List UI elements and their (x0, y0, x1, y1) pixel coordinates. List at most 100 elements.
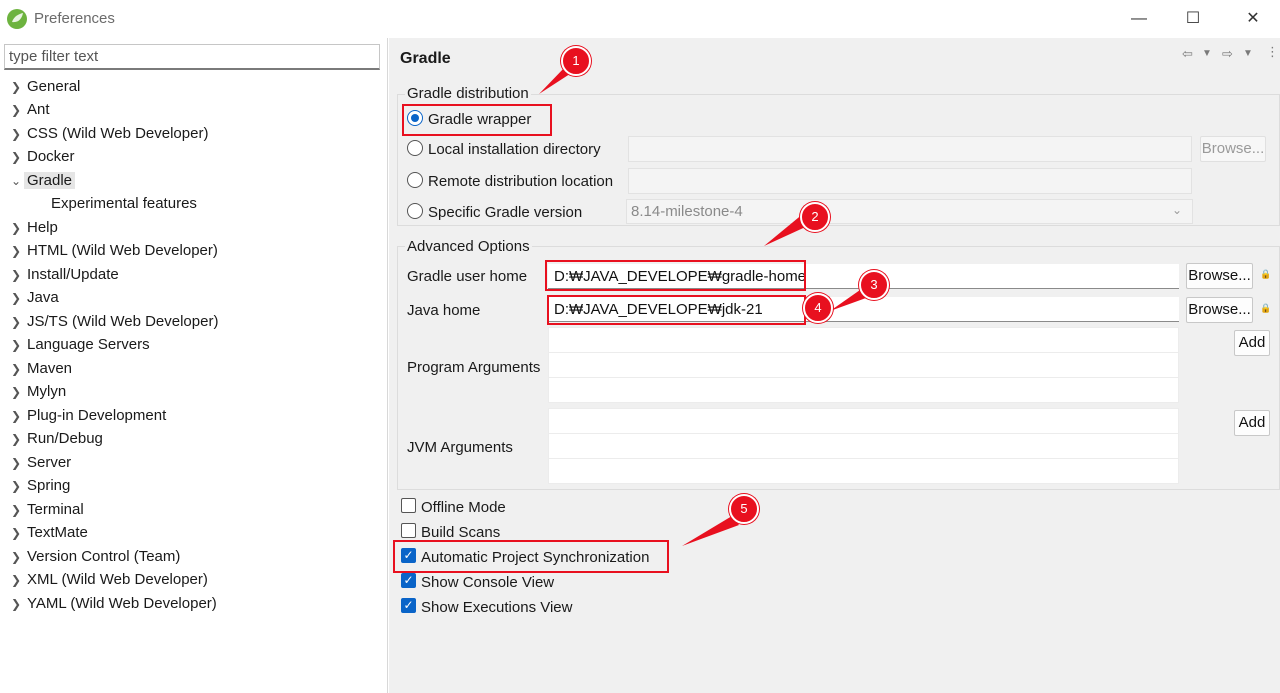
specific-version-label: Specific Gradle version (428, 204, 583, 221)
local-installation-field[interactable] (628, 136, 1192, 162)
annotation-badge-3: 3 (859, 270, 889, 300)
annotation-badge-5: 5 (729, 494, 759, 524)
annotation-box-gradle-wrapper (402, 104, 552, 136)
radio-remote-distribution[interactable] (407, 172, 423, 188)
java-home-browse-button[interactable]: Browse... (1186, 297, 1253, 323)
forward-menu-chevron-icon[interactable]: ▼ (1243, 48, 1253, 59)
remote-distribution-label: Remote distribution location (428, 173, 614, 190)
tree-item-ant[interactable]: ❯ Ant (8, 99, 53, 121)
annotation-badge-4: 4 (803, 293, 833, 323)
tree-item-help[interactable]: ❯ Help (8, 217, 61, 239)
tree-item-plugin-development[interactable]: ❯ Plug-in Development (8, 405, 169, 427)
chevron-right-icon[interactable]: ❯ (8, 405, 24, 427)
close-icon[interactable]: ✕ (1230, 6, 1276, 32)
chevron-right-icon[interactable]: ❯ (8, 146, 24, 168)
chevron-right-icon[interactable]: ❯ (8, 428, 24, 450)
tree-item-server[interactable]: ❯ Server (8, 452, 74, 474)
gradle-distribution-legend: Gradle distribution (405, 85, 531, 102)
chevron-right-icon[interactable]: ❯ (8, 99, 24, 121)
executions-view-checkbox[interactable]: ✓ (401, 598, 416, 613)
lock-icon: 🔒 (1260, 269, 1272, 279)
offline-mode-label: Offline Mode (421, 499, 506, 516)
console-view-checkbox[interactable]: ✓ (401, 573, 416, 588)
chevron-right-icon[interactable]: ❯ (8, 240, 24, 262)
tree-item-docker[interactable]: ❯ Docker (8, 146, 78, 168)
page-title: Gradle (400, 50, 451, 67)
chevron-right-icon[interactable]: ❯ (8, 217, 24, 239)
gradle-user-home-label: Gradle user home (407, 268, 528, 285)
jvm-arguments-add-button[interactable]: Add (1234, 410, 1270, 436)
chevron-right-icon[interactable]: ❯ (8, 522, 24, 544)
jvm-arguments-list[interactable] (548, 408, 1179, 484)
filter-input[interactable] (4, 44, 380, 70)
forward-arrow-icon[interactable]: ⇨ (1222, 46, 1233, 62)
remote-distribution-field[interactable] (628, 168, 1192, 194)
tree-item-textmate[interactable]: ❯ TextMate (8, 522, 91, 544)
chevron-right-icon[interactable]: ❯ (8, 287, 24, 309)
annotation-badge-2: 2 (800, 202, 830, 232)
advanced-options-legend: Advanced Options (405, 238, 532, 255)
back-arrow-icon[interactable]: ⇦ (1182, 46, 1193, 62)
chevron-right-icon[interactable]: ❯ (8, 264, 24, 286)
tree-item-terminal[interactable]: ❯ Terminal (8, 499, 87, 521)
radio-local-installation[interactable] (407, 140, 423, 156)
chevron-right-icon[interactable]: ❯ (8, 499, 24, 521)
local-installation-label: Local installation directory (428, 141, 601, 158)
tree-item-version-control[interactable]: ❯ Version Control (Team) (8, 546, 183, 568)
tree-item-spring[interactable]: ❯ Spring (8, 475, 73, 497)
tree-item-yaml[interactable]: ❯ YAML (Wild Web Developer) (8, 593, 220, 615)
tree-item-js-ts[interactable]: ❯ JS/TS (Wild Web Developer) (8, 311, 221, 333)
tree-item-run-debug[interactable]: ❯ Run/Debug (8, 428, 106, 450)
chevron-right-icon[interactable]: ❯ (8, 311, 24, 333)
tree-item-css[interactable]: ❯ CSS (Wild Web Developer) (8, 123, 211, 145)
program-arguments-add-button[interactable]: Add (1234, 330, 1270, 356)
title-bar (0, 0, 1280, 38)
chevron-right-icon[interactable]: ❯ (8, 123, 24, 145)
back-menu-chevron-icon[interactable]: ▼ (1202, 48, 1212, 59)
chevron-right-icon[interactable]: ❯ (8, 546, 24, 568)
java-home-label: Java home (407, 302, 481, 319)
chevron-right-icon[interactable]: ❯ (8, 358, 24, 380)
gradle-version-select[interactable]: 8.14-milestone-4 ⌄ (626, 199, 1193, 224)
tree-item-xml[interactable]: ❯ XML (Wild Web Developer) (8, 569, 211, 591)
chevron-right-icon[interactable]: ❯ (8, 334, 24, 356)
annotation-box-java-home (547, 295, 806, 325)
spring-logo-icon (7, 9, 27, 29)
build-scans-checkbox[interactable] (401, 523, 416, 538)
tree-item-gradle[interactable]: ⌄ Gradle (8, 170, 76, 192)
console-view-label: Show Console View (421, 574, 555, 591)
tree-item-install-update[interactable]: ❯ Install/Update (8, 264, 122, 286)
chevron-right-icon[interactable]: ❯ (8, 76, 24, 98)
jvm-arguments-label: JVM Arguments (407, 439, 513, 456)
chevron-down-icon[interactable]: ⌄ (8, 170, 24, 192)
program-arguments-list[interactable] (548, 327, 1179, 403)
program-arguments-label: Program Arguments (407, 359, 541, 376)
tree-item-language-servers[interactable]: ❯ Language Servers (8, 334, 153, 356)
chevron-down-icon[interactable]: ⌄ (1172, 203, 1182, 217)
chevron-right-icon[interactable]: ❯ (8, 475, 24, 497)
offline-mode-checkbox[interactable] (401, 498, 416, 513)
tree-item-experimental-features[interactable]: Experimental features (48, 193, 200, 215)
tree-item-java[interactable]: ❯ Java (8, 287, 62, 309)
annotation-box-user-home (545, 260, 806, 291)
view-menu-icon[interactable]: ⋮ (1266, 44, 1279, 60)
local-browse-button[interactable]: Browse... (1200, 136, 1266, 162)
tree-item-mylyn[interactable]: ❯ Mylyn (8, 381, 69, 403)
tree-item-html[interactable]: ❯ HTML (Wild Web Developer) (8, 240, 221, 262)
window-title: Preferences (34, 10, 115, 27)
chevron-right-icon[interactable]: ❯ (8, 593, 24, 615)
chevron-right-icon[interactable]: ❯ (8, 569, 24, 591)
annotation-box-auto-sync (393, 540, 669, 573)
tree-item-maven[interactable]: ❯ Maven (8, 358, 75, 380)
chevron-right-icon[interactable]: ❯ (8, 452, 24, 474)
chevron-right-icon[interactable]: ❯ (8, 381, 24, 403)
radio-specific-version[interactable] (407, 203, 423, 219)
executions-view-label: Show Executions View (421, 599, 573, 616)
minimize-icon[interactable]: — (1116, 6, 1162, 32)
tree-item-general[interactable]: ❯ General (8, 76, 83, 98)
maximize-icon[interactable]: ☐ (1170, 6, 1216, 32)
user-home-browse-button[interactable]: Browse... (1186, 263, 1253, 289)
annotation-badge-1: 1 (561, 46, 591, 76)
gradle-version-value: 8.14-milestone-4 (631, 203, 743, 220)
lock-icon: 🔒 (1260, 303, 1272, 313)
